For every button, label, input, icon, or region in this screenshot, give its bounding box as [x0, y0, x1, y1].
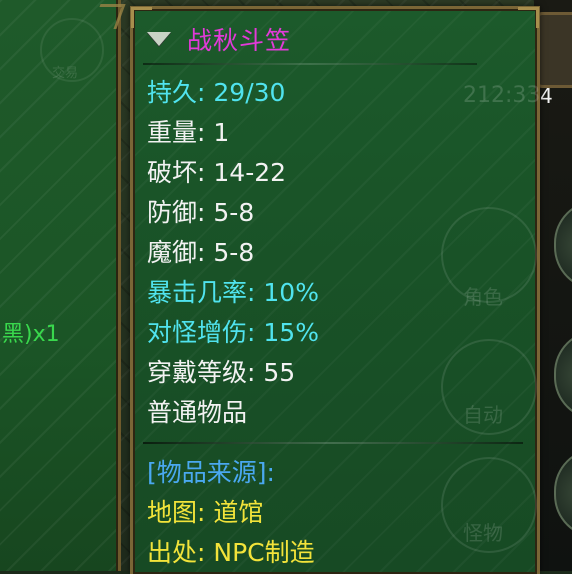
title-divider: [143, 63, 477, 65]
minimap-frame[interactable]: [536, 12, 572, 88]
hud-number: 4: [540, 84, 553, 108]
section-divider: [143, 442, 523, 444]
panel-corner-ornament: [91, 4, 126, 29]
item-source-section: [物品来源]: 地图: 道馆 出处: NPC制造: [147, 453, 315, 573]
ghost-character-label: 角色: [463, 285, 503, 309]
ghost-monster-label: 怪物: [463, 521, 503, 545]
stat-crit-rate: 暴击几率: 10%: [147, 278, 319, 307]
source-origin: 出处: NPC制造: [147, 538, 315, 567]
stat-attack: 破坏: 14-22: [147, 158, 287, 187]
tooltip-corner-ornament: [518, 7, 539, 28]
item-name: 战秋斗笠: [187, 26, 292, 55]
source-map: 地图: 道馆: [147, 498, 264, 527]
background-ghost-label: 交易: [52, 66, 79, 81]
stat-weight: 重量: 1: [147, 118, 230, 147]
stat-durability: 持久: 29/30: [147, 78, 286, 107]
stat-monster-damage-bonus: 对怪增伤: 15%: [147, 318, 319, 347]
source-header: [物品来源]:: [147, 458, 275, 487]
item-stats-list: 持久: 29/30 重量: 1 破坏: 14-22 防御: 5-8 魔御: 5-…: [147, 73, 319, 433]
stat-defense: 防御: 5-8: [147, 198, 255, 227]
item-tooltip: 212:33 角色 自动 怪物 战秋斗笠 持久: 29/30 重量: 1 破坏:…: [130, 6, 540, 574]
stat-magic-defense: 魔御: 5-8: [147, 238, 255, 267]
background-inventory-panel: 交易 黑)x1: [0, 0, 126, 571]
stat-required-level: 穿戴等级: 55: [147, 358, 296, 387]
background-item-quantity-text: 黑)x1: [2, 322, 60, 347]
ghost-auto-label: 自动: [463, 403, 503, 427]
tooltip-title-row: 战秋斗笠: [147, 21, 291, 57]
collapse-triangle-icon[interactable]: [147, 32, 171, 46]
item-quality: 普通物品: [147, 398, 248, 427]
ghost-clock-text: 212:33: [463, 83, 541, 108]
